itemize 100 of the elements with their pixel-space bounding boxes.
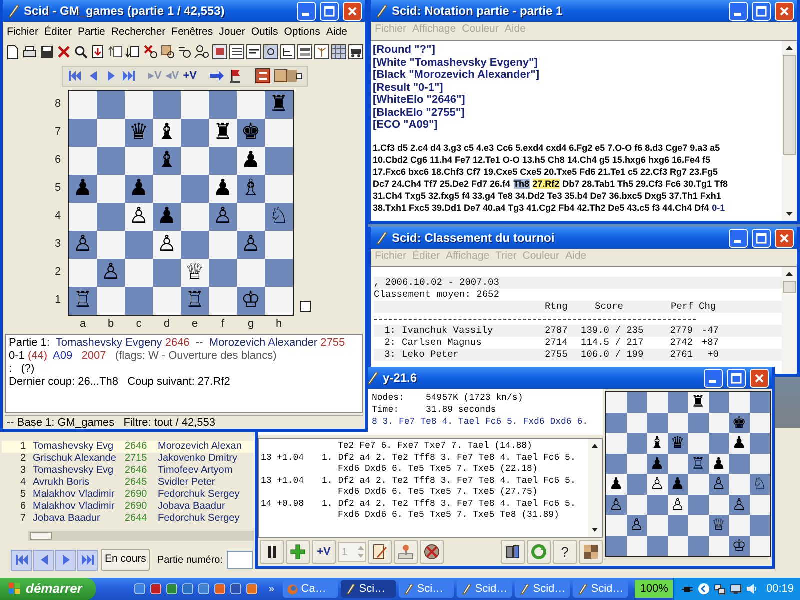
board-square — [97, 146, 125, 175]
annotate-button[interactable] — [368, 540, 392, 564]
maximize-button[interactable] — [727, 368, 746, 388]
document-window-icon[interactable] — [246, 44, 262, 60]
table-cell-text: Avrukh Boris — [32, 478, 91, 488]
variation-button[interactable]: +V — [182, 70, 198, 82]
menu-item[interactable]: Fichier — [4, 26, 42, 38]
status-bar: -- Base 1: GM_games Filtre: tout / 42,553 — [5, 415, 363, 429]
menu-item[interactable]: Fenêtres — [168, 26, 216, 38]
printer-icon[interactable] — [22, 44, 38, 60]
taskbar-button[interactable]: Ca… — [283, 580, 338, 598]
list-down-icon[interactable] — [125, 44, 141, 60]
file-label: e — [190, 316, 200, 330]
stop-engine-button[interactable] — [420, 540, 444, 564]
help-button[interactable]: ? — [553, 540, 577, 564]
more-quick-launch-button[interactable]: » — [266, 582, 278, 596]
menu-item[interactable]: Rechercher — [108, 26, 169, 38]
close-button[interactable] — [750, 368, 769, 388]
board-coordinates-icon[interactable] — [273, 68, 303, 84]
taskbar-button-label: Sci… — [359, 582, 386, 597]
chess-piece: ♟ — [670, 476, 685, 492]
network-icon[interactable] — [714, 583, 726, 595]
scrollbar-thumb[interactable] — [783, 281, 796, 293]
new-document-icon[interactable] — [5, 44, 21, 60]
taskbar-button[interactable]: Scid… — [515, 580, 570, 598]
minimize-button[interactable] — [704, 368, 723, 388]
maximize-button[interactable] — [752, 2, 771, 20]
code-window-icon[interactable] — [297, 44, 313, 60]
window-title: Scid: Notation partie - partie 1 — [392, 3, 564, 20]
tree-window-icon[interactable] — [280, 44, 296, 60]
taskbar-button[interactable]: Scid… — [573, 580, 628, 598]
current-game-button[interactable]: En cours — [101, 549, 150, 571]
scrollbar-thumb[interactable] — [30, 532, 52, 540]
magnifier-person-icon[interactable] — [194, 44, 210, 60]
pause-button[interactable] — [260, 540, 284, 564]
board-square — [688, 474, 708, 494]
table-cell-text: Fedorchuk Sergey — [157, 490, 241, 500]
vertical-scrollbar[interactable] — [588, 439, 602, 537]
game-list-row[interactable]: 1 Tomashevsky Evg 2646 Morozevich Alexan — [2, 441, 254, 453]
vertical-scrollbar[interactable] — [782, 41, 797, 221]
start-label: démarrer — [26, 580, 82, 598]
vertical-scrollbar[interactable] — [782, 267, 797, 374]
train-window-icon[interactable] — [348, 44, 364, 60]
rank-label: 1 — [55, 293, 62, 308]
mini-board-icon — [582, 543, 600, 561]
monitor-icon[interactable] — [730, 583, 742, 595]
maximize-button[interactable] — [752, 228, 771, 248]
maximize-button[interactable] — [320, 2, 339, 20]
menu-item[interactable]: Partie — [74, 26, 108, 38]
chess-piece: ♟ — [241, 150, 261, 172]
quill-icon — [461, 583, 472, 595]
table-cell-text: Tomashevsky Evg — [32, 442, 115, 452]
magnifier-icon[interactable] — [73, 44, 89, 60]
board-square — [606, 536, 626, 556]
board-square — [181, 230, 209, 259]
next-game-button[interactable] — [55, 550, 76, 570]
cross-icon[interactable] — [56, 44, 72, 60]
list-window-icon[interactable] — [229, 44, 245, 60]
table-cell-text: 3: — [384, 349, 397, 361]
add-move-button[interactable] — [286, 540, 310, 564]
minimize-button[interactable] — [729, 228, 748, 248]
add-variation-button[interactable]: +V — [312, 540, 336, 564]
menu-item[interactable]: Éditer — [42, 26, 75, 38]
close-button[interactable] — [343, 2, 362, 20]
magnifier-cross-icon[interactable] — [143, 44, 159, 60]
menu-item[interactable]: Outils — [248, 26, 282, 38]
close-button[interactable] — [775, 228, 794, 248]
table-cell-text: 2646 — [124, 442, 148, 452]
board-square — [626, 536, 647, 556]
menu-item[interactable]: Options — [281, 26, 324, 38]
scrollbar-thumb[interactable] — [783, 55, 796, 155]
restart-engine-button[interactable] — [527, 540, 551, 564]
grid-window-icon[interactable] — [331, 44, 347, 60]
menu-item[interactable]: Aide — [323, 26, 350, 38]
taskbar-button[interactable]: Sci… — [341, 580, 396, 598]
flip-board-icon[interactable] — [255, 68, 271, 84]
branch-window-icon[interactable] — [314, 44, 330, 60]
board-square — [69, 118, 97, 147]
last-game-button[interactable] — [77, 550, 98, 570]
board-square — [729, 474, 750, 494]
taskbar-button[interactable]: Sci… — [399, 580, 454, 598]
taskbar-button[interactable]: Scid… — [457, 580, 512, 598]
magnifier-window-icon[interactable] — [263, 44, 279, 60]
chevron-circle-icon[interactable] — [698, 583, 710, 595]
stat-value: 31.89 seconds — [426, 404, 496, 416]
first-game-button[interactable] — [11, 550, 32, 570]
horizontal-scrollbar[interactable] — [28, 531, 254, 541]
show-board-button[interactable] — [579, 540, 603, 564]
magnifier-board-icon[interactable] — [160, 44, 176, 60]
minimize-button[interactable] — [297, 2, 316, 20]
menu-item[interactable]: Jouer — [216, 26, 248, 38]
game-number-field[interactable] — [227, 551, 254, 569]
engine-info-button[interactable] — [501, 540, 525, 564]
close-button[interactable] — [775, 2, 794, 20]
chess-piece: ♖ — [185, 290, 205, 312]
minimize-button[interactable] — [729, 2, 748, 20]
previous-game-button[interactable] — [33, 550, 54, 570]
chess-piece: ♙ — [157, 234, 177, 256]
list-up-icon[interactable] — [108, 44, 124, 60]
board-window-icon[interactable] — [212, 44, 228, 60]
